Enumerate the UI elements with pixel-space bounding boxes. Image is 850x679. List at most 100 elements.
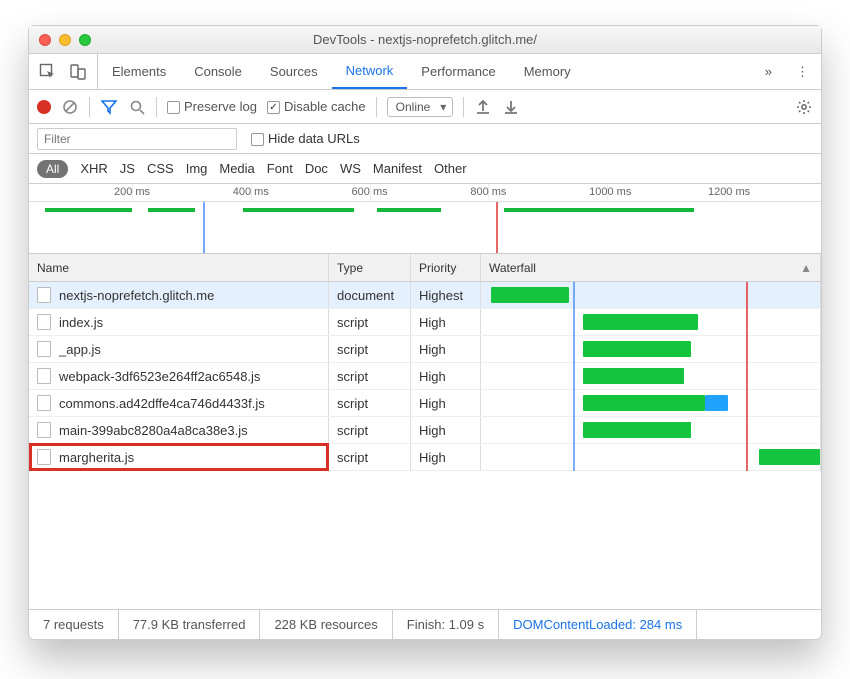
settings-kebab-icon[interactable]: ⋮ — [784, 64, 821, 80]
request-waterfall — [481, 336, 821, 362]
request-type-chips: All XHR JS CSS Img Media Font Doc WS Manifest Othe… — [29, 154, 821, 184]
request-type: document — [329, 282, 411, 308]
filter-input[interactable] — [37, 128, 237, 150]
table-row[interactable]: index.js scriptHigh — [29, 309, 821, 336]
device-toolbar-icon[interactable] — [69, 63, 87, 81]
requests-table: Name Type Priority Waterfall ▲ nextjs-no… — [29, 254, 821, 609]
type-chip-font[interactable]: Font — [267, 161, 293, 176]
tab-performance[interactable]: Performance — [407, 54, 509, 89]
type-chip-js[interactable]: JS — [120, 161, 135, 176]
status-resources: 228 KB resources — [260, 610, 392, 639]
request-priority: High — [411, 336, 481, 362]
type-chip-ws[interactable]: WS — [340, 161, 361, 176]
search-icon[interactable] — [128, 98, 146, 116]
file-icon — [37, 395, 51, 411]
table-row[interactable]: margherita.jsscriptHigh — [29, 444, 821, 471]
request-name: main-399abc8280a4a8ca38e3.js — [59, 423, 248, 438]
request-type: script — [329, 390, 411, 416]
request-name: commons.ad42dffe4ca746d4433f.js — [59, 396, 265, 411]
filter-icon[interactable] — [100, 98, 118, 116]
type-chip-css[interactable]: CSS — [147, 161, 174, 176]
table-row[interactable]: webpack-3df6523e264ff2ac6548.jsscriptHig… — [29, 363, 821, 390]
tab-console[interactable]: Console — [180, 54, 256, 89]
status-dcl[interactable]: DOMContentLoaded: 284 ms — [499, 610, 697, 639]
col-name[interactable]: Name — [29, 254, 329, 281]
file-icon — [37, 422, 51, 438]
type-chip-xhr[interactable]: XHR — [80, 161, 107, 176]
status-requests: 7 requests — [29, 610, 119, 639]
tab-elements[interactable]: Elements — [98, 54, 180, 89]
file-icon — [37, 449, 51, 465]
table-row[interactable]: nextjs-noprefetch.glitch.me documentHighe… — [29, 282, 821, 309]
status-transferred: 77.9 KB transferred — [119, 610, 261, 639]
timeline-body — [29, 202, 821, 253]
window-title: DevTools - nextjs-noprefetch.glitch.me/ — [29, 32, 821, 47]
request-priority: High — [411, 309, 481, 335]
request-waterfall — [481, 282, 821, 308]
request-name: margherita.js — [59, 450, 134, 465]
more-tabs-button[interactable]: » — [753, 64, 784, 79]
table-row[interactable]: _app.js scriptHigh — [29, 336, 821, 363]
type-chip-media[interactable]: Media — [219, 161, 254, 176]
col-waterfall[interactable]: Waterfall ▲ — [481, 254, 821, 281]
request-name: _app.js — [59, 342, 101, 357]
type-chip-doc[interactable]: Doc — [305, 161, 328, 176]
hide-data-urls-label: Hide data URLs — [268, 131, 360, 146]
download-har-icon[interactable] — [502, 98, 520, 116]
sort-arrow-icon: ▲ — [800, 261, 812, 275]
col-type[interactable]: Type — [329, 254, 411, 281]
col-priority[interactable]: Priority — [411, 254, 481, 281]
disable-cache-checkbox[interactable]: Disable cache — [267, 99, 366, 114]
request-priority: Highest — [411, 282, 481, 308]
request-type: script — [329, 417, 411, 443]
status-bar: 7 requests 77.9 KB transferred 228 KB re… — [29, 609, 821, 639]
status-finish: Finish: 1.09 s — [393, 610, 499, 639]
type-chip-all[interactable]: All — [37, 160, 68, 178]
clear-icon[interactable] — [61, 98, 79, 116]
type-chip-manifest[interactable]: Manifest — [373, 161, 422, 176]
network-toolbar: Preserve log Disable cache Online — [29, 90, 821, 124]
type-chip-other[interactable]: Other — [434, 161, 467, 176]
ruler-tick: 400 ms — [233, 186, 269, 198]
file-icon — [37, 368, 51, 384]
type-chip-img[interactable]: Img — [186, 161, 208, 176]
tab-memory[interactable]: Memory — [510, 54, 585, 89]
record-button[interactable] — [37, 100, 51, 114]
request-name: index.js — [59, 315, 103, 330]
throttling-value: Online — [396, 100, 431, 114]
file-icon — [37, 287, 51, 303]
panel-tabs: ElementsConsoleSourcesNetworkPerformance… — [29, 54, 821, 90]
overview-bar — [148, 208, 196, 212]
request-type: script — [329, 336, 411, 362]
tab-sources[interactable]: Sources — [256, 54, 332, 89]
overview-bar — [504, 208, 694, 212]
request-name: nextjs-noprefetch.glitch.me — [59, 288, 214, 303]
request-priority: High — [411, 363, 481, 389]
request-waterfall — [481, 417, 821, 443]
request-priority: High — [411, 390, 481, 416]
tab-network[interactable]: Network — [332, 54, 408, 89]
disable-cache-label: Disable cache — [284, 99, 366, 114]
request-type: script — [329, 444, 411, 470]
request-priority: High — [411, 417, 481, 443]
gear-icon[interactable] — [795, 98, 813, 116]
table-row[interactable]: main-399abc8280a4a8ca38e3.js scriptHigh — [29, 417, 821, 444]
col-waterfall-label: Waterfall — [489, 261, 536, 275]
request-waterfall — [481, 444, 821, 470]
ruler-tick: 1000 ms — [589, 186, 631, 198]
ruler-tick: 1200 ms — [708, 186, 750, 198]
request-type: script — [329, 309, 411, 335]
request-type: script — [329, 363, 411, 389]
ruler-tick: 200 ms — [114, 186, 150, 198]
table-header[interactable]: Name Type Priority Waterfall ▲ — [29, 254, 821, 282]
inspect-element-icon[interactable] — [39, 63, 57, 81]
timeline-overview[interactable]: 200 ms400 ms600 ms800 ms1000 ms1200 ms — [29, 184, 821, 254]
overview-bar — [243, 208, 354, 212]
preserve-log-checkbox[interactable]: Preserve log — [167, 99, 257, 114]
upload-har-icon[interactable] — [474, 98, 492, 116]
throttling-select[interactable]: Online — [387, 97, 454, 117]
timeline-ruler: 200 ms400 ms600 ms800 ms1000 ms1200 ms — [29, 184, 821, 202]
preserve-log-label: Preserve log — [184, 99, 257, 114]
table-row[interactable]: commons.ad42dffe4ca746d4433f.js scriptHig… — [29, 390, 821, 417]
hide-data-urls-checkbox[interactable]: Hide data URLs — [251, 131, 360, 146]
